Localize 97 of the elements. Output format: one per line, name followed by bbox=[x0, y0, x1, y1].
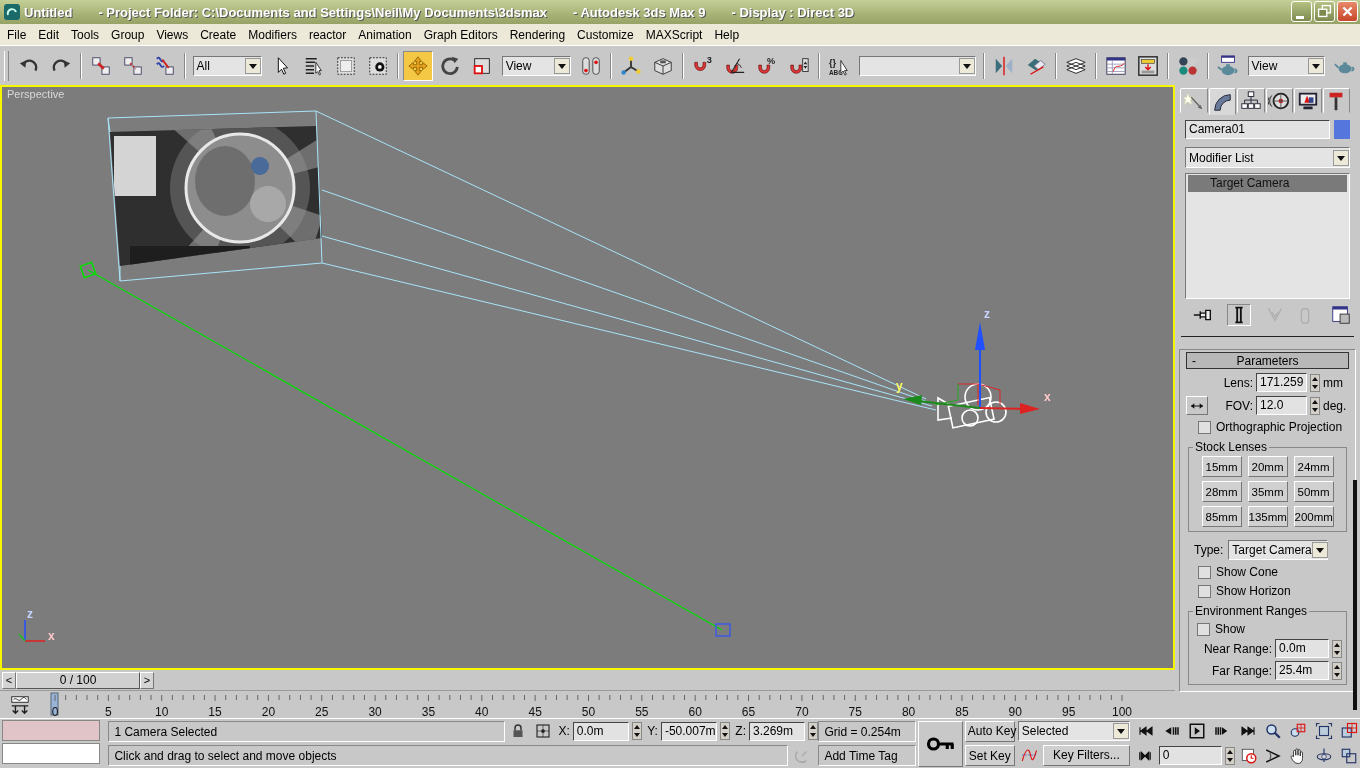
next-frame-button[interactable]: > bbox=[140, 671, 154, 689]
set-key-button[interactable]: Set Key bbox=[964, 745, 1015, 767]
object-name-field[interactable]: Camera01 bbox=[1185, 120, 1330, 139]
menu-item[interactable]: Animation bbox=[352, 27, 418, 42]
frame-number: 25 bbox=[315, 704, 329, 719]
selection-status: 1 Camera Selected bbox=[108, 720, 505, 742]
frame-number: 55 bbox=[635, 704, 649, 719]
frame-number: 100 bbox=[1112, 704, 1132, 719]
menu-item[interactable]: Tools bbox=[65, 27, 106, 42]
frame-number: 0 bbox=[51, 704, 59, 719]
camera-type-dropdown[interactable]: Target Camera bbox=[1228, 540, 1329, 560]
near-range-field[interactable]: 0.0m bbox=[1275, 639, 1329, 658]
window-title: - Project Folder: C:\Documents and Settings\Neil\My Documents\3dsmax bbox=[98, 4, 547, 20]
axis-label: x bbox=[1044, 390, 1051, 404]
axis-label: y bbox=[896, 379, 903, 393]
window-title: - Autodesk 3ds Max 9 bbox=[573, 4, 706, 20]
type-label: Type: bbox=[1194, 543, 1224, 557]
frame-number: 70 bbox=[795, 704, 809, 719]
key-filters-button[interactable]: Key Filters... bbox=[1042, 744, 1130, 766]
fov-label: FOV: bbox=[1225, 398, 1253, 413]
lens-button[interactable]: 50mm bbox=[1293, 481, 1334, 502]
menu-item[interactable]: reactor bbox=[302, 27, 353, 42]
window-title: Untitled bbox=[24, 4, 73, 20]
group-title: Environment Ranges bbox=[1194, 604, 1309, 618]
frame-number: 15 bbox=[208, 704, 222, 719]
menu-item[interactable]: Create bbox=[194, 27, 243, 42]
time-slider-thumb[interactable]: 0 / 100 bbox=[16, 671, 140, 689]
viewport[interactable]: Perspective z y x z x bbox=[0, 85, 1175, 670]
menu-item[interactable]: Customize bbox=[571, 27, 640, 42]
key-mode-dropdown[interactable]: Selected bbox=[1017, 720, 1130, 741]
lens-button[interactable]: 35mm bbox=[1247, 481, 1288, 502]
stack-item[interactable]: Target Camera bbox=[1188, 175, 1347, 192]
axis-label: z bbox=[984, 307, 990, 321]
far-range-label: Far Range: bbox=[1211, 663, 1272, 678]
frame-number: 75 bbox=[848, 704, 862, 719]
menu-item[interactable]: Rendering bbox=[503, 27, 572, 42]
frame-number: 50 bbox=[581, 704, 596, 719]
rollout-header[interactable]: - Parameters bbox=[1186, 352, 1349, 369]
menu-item[interactable]: Views bbox=[150, 27, 195, 42]
modifier-list-dropdown[interactable]: Modifier List bbox=[1185, 147, 1350, 168]
lens-button[interactable]: 24mm bbox=[1293, 456, 1334, 477]
frame-number: 35 bbox=[421, 704, 436, 719]
frame-number: 30 bbox=[368, 704, 382, 719]
checkbox-label: Show Horizon bbox=[1216, 584, 1291, 598]
menu-item[interactable]: Modifiers bbox=[242, 27, 303, 42]
frame-number: 45 bbox=[528, 704, 542, 719]
unit-label: deg. bbox=[1323, 398, 1348, 413]
checkbox-label: Show bbox=[1215, 622, 1246, 636]
coordinate-label: Y: bbox=[647, 724, 658, 739]
frame-number: 60 bbox=[688, 704, 702, 719]
frame-number: 95 bbox=[1061, 704, 1076, 719]
previous-frame-button[interactable]: < bbox=[2, 671, 16, 689]
frame-number: 10 bbox=[155, 704, 169, 719]
coordinate-label: X: bbox=[558, 724, 570, 739]
checkbox-label: Show Cone bbox=[1216, 565, 1279, 579]
far-range-field[interactable]: 25.4m bbox=[1275, 661, 1329, 680]
current-frame-field[interactable]: 0 bbox=[1158, 746, 1223, 766]
window-title: - Display : Direct 3D bbox=[731, 4, 855, 20]
z-coordinate-field[interactable]: 3.269m bbox=[749, 721, 806, 741]
lens-field[interactable]: 171.259 bbox=[1256, 373, 1307, 392]
frame-number: 65 bbox=[741, 704, 756, 719]
lens-button[interactable]: 20mm bbox=[1247, 456, 1288, 477]
menu-item[interactable]: Group bbox=[105, 27, 151, 42]
frame-number: 20 bbox=[261, 704, 276, 719]
coordinate-label: Z: bbox=[735, 724, 746, 739]
toolbar-dropdown[interactable]: View bbox=[501, 55, 572, 76]
menu-item[interactable]: File bbox=[1, 27, 33, 42]
lens-button[interactable]: 28mm bbox=[1201, 481, 1242, 502]
x-coordinate-field[interactable]: 0.0m bbox=[572, 721, 630, 741]
time-slider[interactable]: < 0 / 100 > bbox=[0, 670, 1175, 690]
lens-button[interactable]: 15mm bbox=[1201, 456, 1242, 477]
y-coordinate-field[interactable]: -50.007m bbox=[660, 721, 718, 741]
axis-label: z bbox=[27, 607, 33, 621]
grid-size-status: Grid = 0.254m bbox=[818, 720, 917, 742]
add-time-tag-button[interactable]: Add Time Tag bbox=[818, 745, 917, 767]
toolbar-dropdown[interactable]: All bbox=[192, 55, 263, 76]
frame-number: 40 bbox=[475, 704, 489, 719]
near-range-label: Near Range: bbox=[1203, 641, 1272, 656]
frame-number: 80 bbox=[901, 704, 916, 719]
lens-button[interactable]: 85mm bbox=[1201, 506, 1242, 527]
toolbar-dropdown[interactable]: View bbox=[1247, 55, 1326, 76]
menu-item[interactable]: Graph Editors bbox=[417, 27, 504, 42]
lens-label: Lens: bbox=[1223, 375, 1253, 390]
checkbox-label: Orthographic Projection bbox=[1216, 420, 1343, 434]
menu-item[interactable]: MAXScript bbox=[639, 27, 709, 42]
menu-item[interactable]: Help bbox=[708, 27, 746, 42]
menu-item[interactable]: Edit bbox=[32, 27, 66, 42]
frame-number: 5 bbox=[105, 704, 112, 719]
lens-button[interactable]: 200mm bbox=[1293, 506, 1334, 527]
fov-field[interactable]: 12.0 bbox=[1256, 396, 1307, 415]
lens-button[interactable]: 135mm bbox=[1247, 506, 1288, 527]
unit-label: mm bbox=[1323, 375, 1344, 390]
axis-label: x bbox=[48, 629, 55, 643]
auto-key-button[interactable]: Auto Key bbox=[964, 720, 1015, 742]
frame-number: 90 bbox=[1008, 704, 1022, 719]
group-title: Stock Lenses bbox=[1194, 440, 1269, 454]
frame-number: 85 bbox=[955, 704, 969, 719]
